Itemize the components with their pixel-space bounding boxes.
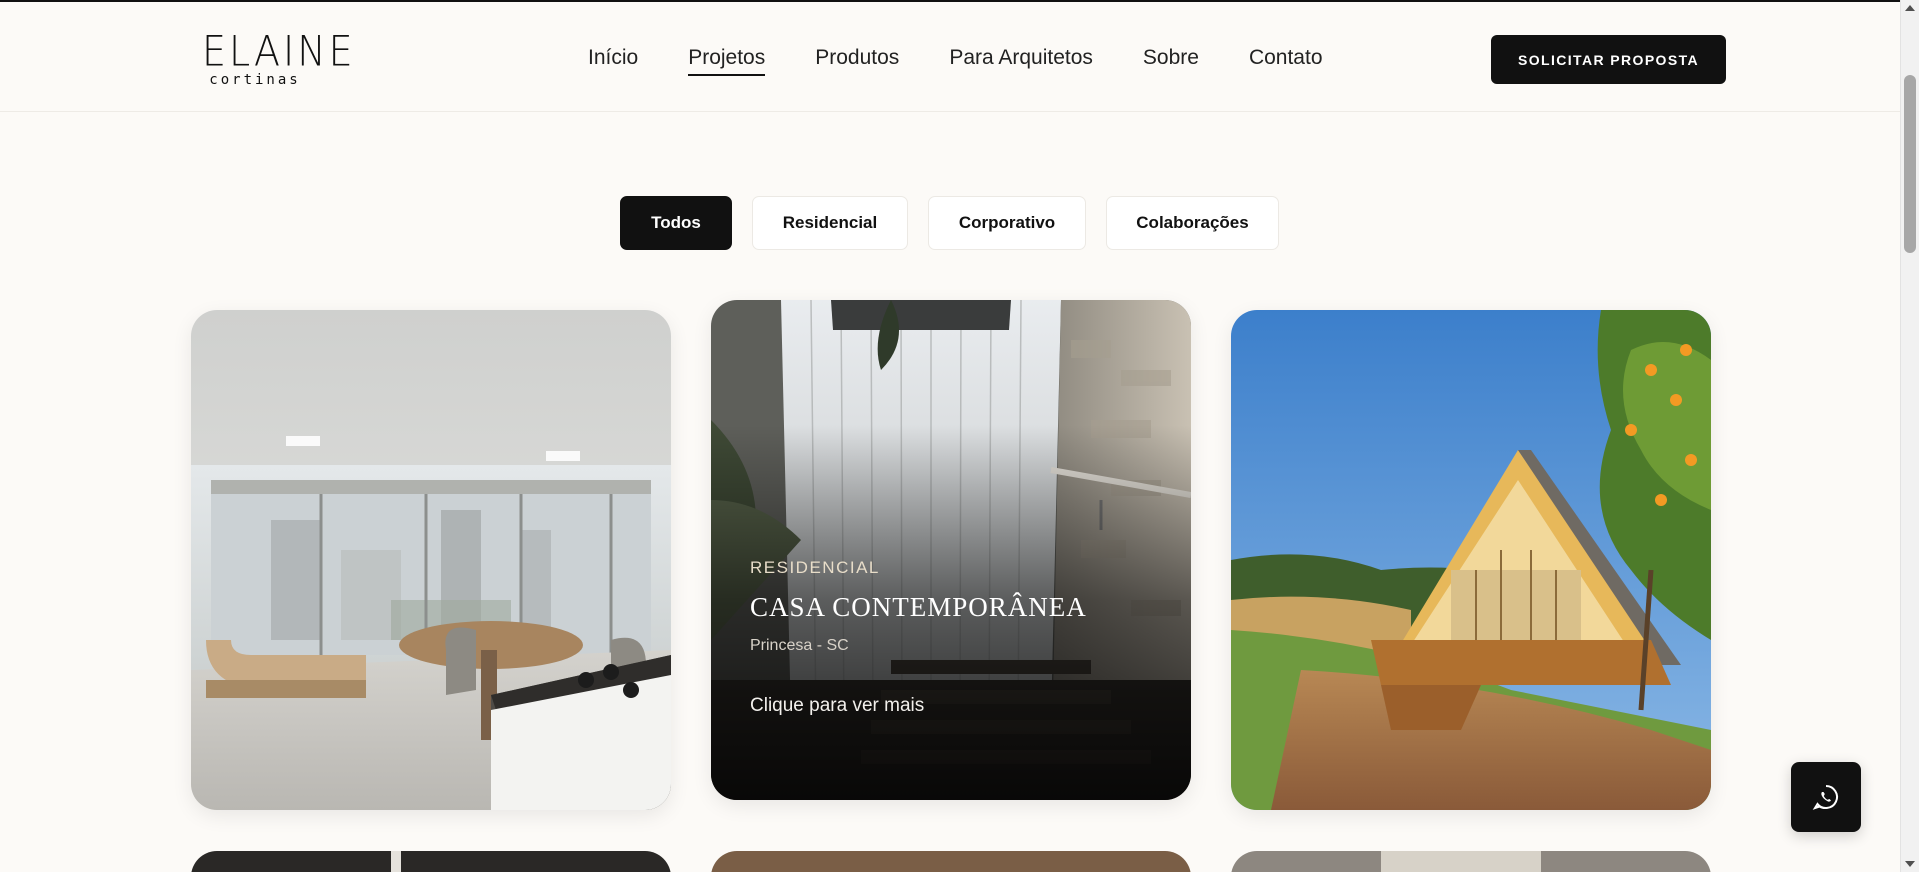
filter-todos[interactable]: Todos	[620, 196, 732, 250]
nav-item-inicio[interactable]: Início	[588, 46, 638, 76]
project-card[interactable]	[191, 310, 671, 810]
whatsapp-icon	[1812, 785, 1838, 810]
scroll-thumb[interactable]	[1904, 75, 1916, 253]
card-overlay	[711, 300, 1191, 800]
card-meta: RESIDENCIAL CASA CONTEMPORÂNEA Princesa …	[750, 558, 1087, 717]
request-proposal-button[interactable]: SOLICITAR PROPOSTA	[1491, 35, 1726, 84]
project-filters: Todos Residencial Corporativo Colaboraçõ…	[620, 196, 1299, 250]
project-title: CASA CONTEMPORÂNEA	[750, 592, 1087, 622]
project-location: Princesa - SC	[750, 637, 849, 654]
see-more-link[interactable]: Clique para ver mais	[750, 695, 1087, 717]
logo-wordmark: ELAINE	[202, 26, 356, 76]
scroll-up-arrow-icon[interactable]	[1905, 5, 1915, 11]
main-nav: Início Projetos Produtos Para Arquitetos…	[588, 46, 1373, 76]
filter-corporativo[interactable]: Corporativo	[928, 196, 1086, 250]
filter-colaboracoes[interactable]: Colaborações	[1106, 196, 1279, 250]
a-frame-cabin-image	[1231, 310, 1711, 810]
nav-item-sobre[interactable]: Sobre	[1143, 46, 1199, 76]
nav-item-produtos[interactable]: Produtos	[815, 46, 899, 76]
site-header: ELAINE cortinas Início Projetos Produtos…	[0, 0, 1900, 112]
scroll-down-arrow-icon[interactable]	[1905, 861, 1915, 867]
apartment-kitchen-image	[191, 310, 671, 810]
project-category: RESIDENCIAL	[750, 558, 880, 577]
nav-item-contato[interactable]: Contato	[1249, 46, 1323, 76]
project-card[interactable]	[1231, 310, 1711, 810]
project-card[interactable]	[1231, 851, 1711, 872]
whatsapp-button[interactable]	[1791, 762, 1861, 832]
brand-logo[interactable]: ELAINE cortinas	[202, 26, 356, 88]
project-card-featured[interactable]: RESIDENCIAL CASA CONTEMPORÂNEA Princesa …	[711, 300, 1191, 800]
nav-item-para-arquitetos[interactable]: Para Arquitetos	[949, 46, 1093, 76]
page-scrollbar[interactable]	[1900, 0, 1919, 872]
project-card[interactable]	[711, 851, 1191, 872]
nav-item-projetos[interactable]: Projetos	[688, 46, 766, 76]
project-card[interactable]	[191, 851, 671, 872]
filter-residencial[interactable]: Residencial	[752, 196, 908, 250]
